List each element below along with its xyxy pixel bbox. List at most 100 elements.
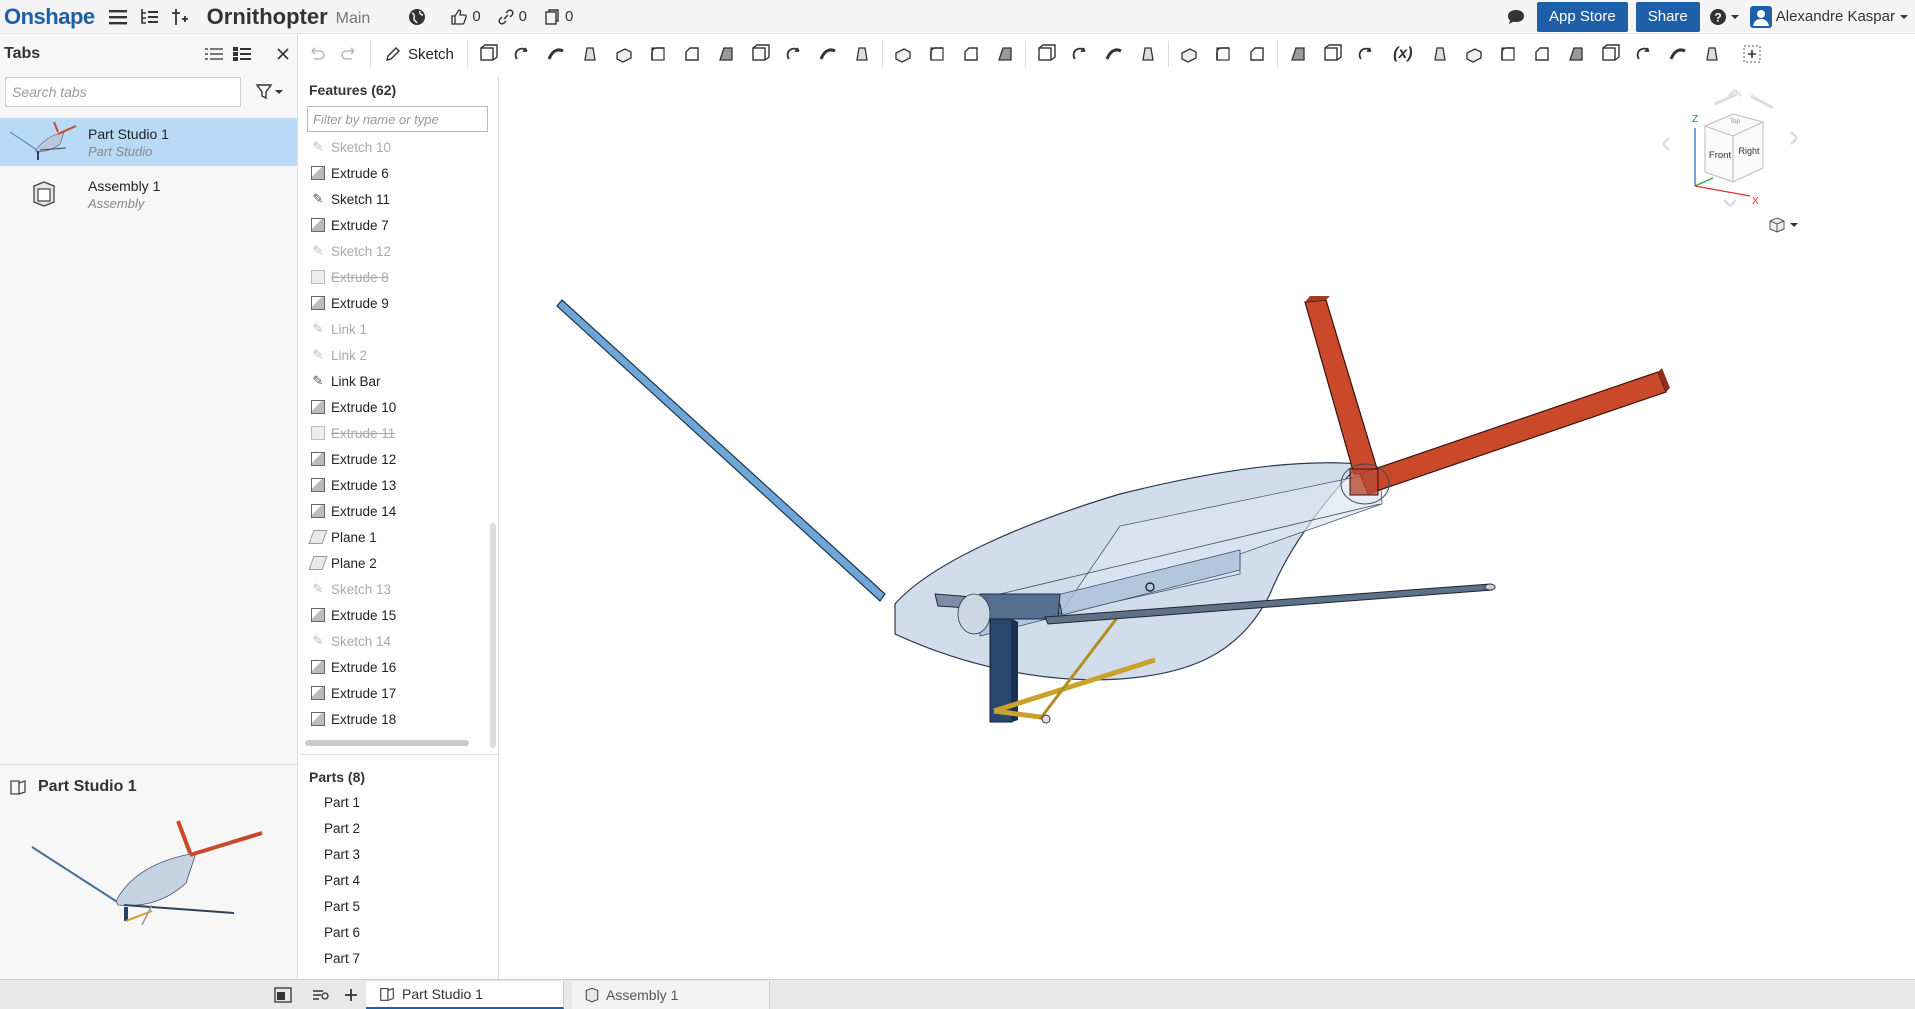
part-item[interactable]: Part 4 xyxy=(299,867,498,893)
list-view-icon[interactable] xyxy=(205,47,223,61)
bend-tool-icon[interactable] xyxy=(1525,37,1559,71)
globe-icon[interactable] xyxy=(404,4,430,30)
document-title[interactable]: Ornithopter xyxy=(207,4,328,30)
part-item[interactable]: Part 1 xyxy=(299,789,498,815)
feature-item[interactable]: Extrude 6 xyxy=(299,160,498,186)
horizontal-scrollbar[interactable] xyxy=(305,740,469,746)
offset-surface-tool-icon[interactable] xyxy=(1206,37,1240,71)
tab-manager-icon[interactable] xyxy=(306,981,336,1009)
collapse-panel-icon[interactable] xyxy=(268,981,298,1009)
sheet-metal-tool-icon[interactable] xyxy=(1423,37,1457,71)
unfold-tool-icon[interactable] xyxy=(1559,37,1593,71)
feature-item[interactable]: Extrude 12 xyxy=(299,446,498,472)
feature-item[interactable]: Plane 2 xyxy=(299,550,498,576)
comment-icon[interactable] xyxy=(1503,4,1529,30)
view-cube-right-label[interactable]: Right xyxy=(1738,146,1760,156)
draft-tool-icon[interactable] xyxy=(709,37,743,71)
part-item[interactable]: Part 2 xyxy=(299,815,498,841)
add-tab-icon[interactable] xyxy=(336,981,366,1009)
feature-item[interactable]: ✎ Sketch 13 xyxy=(299,576,498,602)
feature-item[interactable]: Extrude 18 xyxy=(299,706,498,732)
part-item[interactable]: Part 6 xyxy=(299,919,498,945)
feature-item[interactable]: Extrude 10 xyxy=(299,394,498,420)
onshape-logo[interactable]: Onshape xyxy=(4,4,95,30)
feature-item[interactable]: Extrude 14 xyxy=(299,498,498,524)
likes-counter[interactable]: 0 xyxy=(450,8,481,26)
helix-tool-icon[interactable] xyxy=(1281,37,1315,71)
feature-item[interactable]: Extrude 7 xyxy=(299,212,498,238)
red-wing-spar[interactable] xyxy=(1359,371,1667,495)
finish-tool-icon[interactable] xyxy=(1627,37,1661,71)
feature-item[interactable]: ✎ Sketch 11 xyxy=(299,186,498,212)
feature-item[interactable]: ✎ Link 1 xyxy=(299,316,498,342)
feature-item[interactable]: Extrude 8 xyxy=(299,264,498,290)
detail-view-icon[interactable] xyxy=(233,47,251,61)
mate-connector-tool-icon[interactable] xyxy=(1315,37,1349,71)
undo-icon[interactable] xyxy=(299,37,333,71)
view-options-button[interactable] xyxy=(1768,216,1798,234)
share-button[interactable]: Share xyxy=(1635,1,1700,32)
part-item[interactable]: Part 5 xyxy=(299,893,498,919)
features-list-icon[interactable] xyxy=(137,4,163,30)
plane-tool-icon[interactable] xyxy=(1240,37,1274,71)
help-icon[interactable]: ? xyxy=(1708,4,1742,30)
copies-counter[interactable]: 0 xyxy=(543,8,573,26)
fillet-tool-icon[interactable] xyxy=(641,37,675,71)
red-vertical-spar[interactable] xyxy=(1304,299,1379,475)
view-cube-front-label[interactable]: Front xyxy=(1709,150,1732,161)
boolean-tool-icon[interactable] xyxy=(920,37,954,71)
links-counter[interactable]: 0 xyxy=(497,8,527,26)
view-cube-top-label[interactable]: Top xyxy=(1730,119,1740,125)
corner-tool-icon[interactable] xyxy=(1593,37,1627,71)
view-cube[interactable]: Front Right Top Z X xyxy=(1655,86,1805,216)
sketch-button[interactable]: Sketch xyxy=(374,45,464,63)
feature-item[interactable]: Extrude 13 xyxy=(299,472,498,498)
feature-item[interactable]: ✎ Sketch 10 xyxy=(299,134,498,160)
variable-tool[interactable]: (x) xyxy=(1383,37,1423,71)
user-menu[interactable]: Alexandre Kaspar xyxy=(1749,5,1909,28)
filter-icon[interactable] xyxy=(255,83,285,101)
variable-tool-icon[interactable] xyxy=(1349,37,1383,71)
shell-tool-icon[interactable] xyxy=(777,37,811,71)
left-wing-spar[interactable] xyxy=(556,299,886,602)
frame-tool-icon[interactable] xyxy=(1661,37,1695,71)
search-tabs-input[interactable]: Search tabs xyxy=(5,77,241,107)
flange-tool-icon[interactable] xyxy=(1457,37,1491,71)
tab-item-part-studio[interactable]: Part Studio 1 Part Studio xyxy=(0,118,297,166)
feature-item[interactable]: Plane 1 xyxy=(299,524,498,550)
bottom-tab-part-studio[interactable]: Part Studio 1 xyxy=(366,980,564,1009)
part-item[interactable]: Part 7 xyxy=(299,945,498,971)
delete-part-tool-icon[interactable] xyxy=(1029,37,1063,71)
menu-icon[interactable] xyxy=(105,4,131,30)
replace-face-tool-icon[interactable] xyxy=(1172,37,1206,71)
hole-tool-icon[interactable] xyxy=(811,37,845,71)
trim-tool-icon[interactable] xyxy=(1695,37,1729,71)
add-custom-feature-icon[interactable] xyxy=(1735,37,1769,71)
tab-tool-icon[interactable] xyxy=(1491,37,1525,71)
feature-filter-input[interactable]: Filter by name or type xyxy=(307,106,488,132)
tab-item-assembly[interactable]: Assembly 1 Assembly xyxy=(0,170,297,218)
close-icon[interactable] xyxy=(275,46,291,62)
transform-tool-icon[interactable] xyxy=(988,37,1022,71)
feature-item[interactable]: Extrude 9 xyxy=(299,290,498,316)
feature-item[interactable]: Extrude 17 xyxy=(299,680,498,706)
redo-icon[interactable] xyxy=(333,37,367,71)
bottom-tab-assembly[interactable]: Assembly 1 xyxy=(572,980,770,1009)
feature-item[interactable]: ✎ Sketch 14 xyxy=(299,628,498,654)
rib-tool-icon[interactable] xyxy=(743,37,777,71)
feature-item[interactable]: ✎ Sketch 12 xyxy=(299,238,498,264)
mirror-tool-icon[interactable] xyxy=(886,37,920,71)
feature-item[interactable]: Extrude 16 xyxy=(299,654,498,680)
chamfer-tool-icon[interactable] xyxy=(675,37,709,71)
revolve-tool-icon[interactable] xyxy=(505,37,539,71)
feature-item[interactable]: ✎ Link 2 xyxy=(299,342,498,368)
feature-item[interactable]: Extrude 11 xyxy=(299,420,498,446)
app-store-button[interactable]: App Store xyxy=(1537,1,1628,32)
move-face-tool-icon[interactable] xyxy=(1131,37,1165,71)
thicken-tool-icon[interactable] xyxy=(607,37,641,71)
feature-item[interactable]: Extrude 15 xyxy=(299,602,498,628)
extrude-tool-icon[interactable] xyxy=(471,37,505,71)
feature-item[interactable]: ✎ Link Bar xyxy=(299,368,498,394)
sweep-tool-icon[interactable] xyxy=(539,37,573,71)
insert-icon[interactable] xyxy=(167,4,193,30)
